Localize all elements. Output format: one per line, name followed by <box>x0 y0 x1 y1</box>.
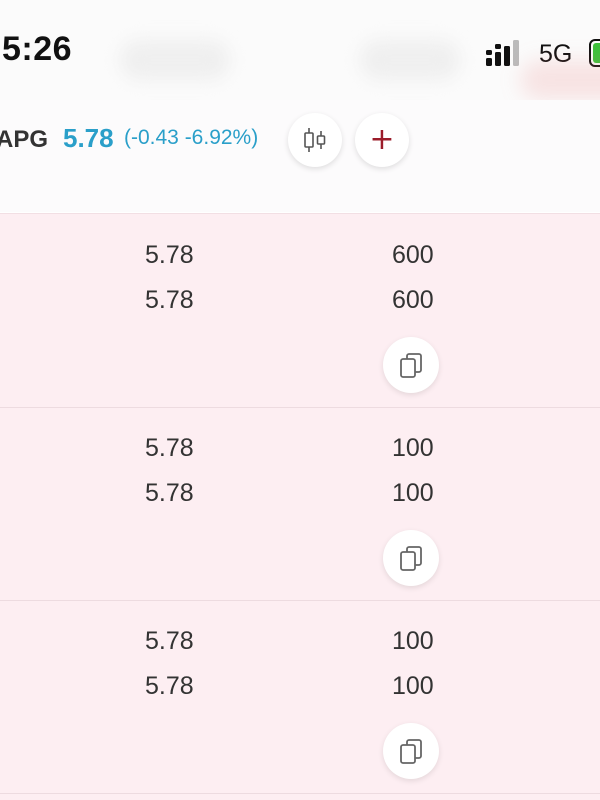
blurred-notification <box>120 40 230 80</box>
stock-price: 5.78 <box>63 123 114 153</box>
price-value: 5.78 <box>145 627 194 655</box>
list-item: 5.78 5.78 600 600 <box>0 214 600 408</box>
status-bar: 5:26 5G <box>0 0 600 100</box>
quantity-value: 600 <box>392 286 434 314</box>
copy-icon <box>400 739 422 764</box>
price-value: 5.78 <box>145 672 194 700</box>
quantity-value: 600 <box>392 241 434 269</box>
list-item: 5.78 5.78 100 100 <box>0 407 600 601</box>
price-value: 5.78 <box>145 479 194 507</box>
signal-bars-icon <box>486 40 519 66</box>
add-button[interactable]: + <box>355 113 409 167</box>
copy-icon <box>400 546 422 571</box>
order-list: 5.78 5.78 600 600 5.78 5.78 100 100 5.78… <box>0 213 600 800</box>
price-change: (-0.43 -6.92%) <box>124 126 259 149</box>
price-value: 5.78 <box>145 241 194 269</box>
stock-symbol: APG <box>0 126 49 153</box>
app-screen: 5:26 5G APG 5.78 (-0.43 -6.92%) + 5.78 5… <box>0 0 600 800</box>
price-value: 5.78 <box>145 286 194 314</box>
copy-icon <box>400 353 422 378</box>
list-item: 5.78 5.78 100 100 <box>0 600 600 794</box>
price-value: 5.78 <box>145 434 194 462</box>
chart-button[interactable] <box>288 113 342 167</box>
quote-header: APG 5.78 (-0.43 -6.92%) + <box>0 100 600 212</box>
quantity-value: 100 <box>392 434 434 462</box>
quantity-value: 100 <box>392 479 434 507</box>
decorative-glow <box>520 60 600 100</box>
quantity-value: 100 <box>392 627 434 655</box>
quantity-value: 100 <box>392 672 434 700</box>
copy-button[interactable] <box>383 530 439 586</box>
copy-button[interactable] <box>383 337 439 393</box>
copy-button[interactable] <box>383 723 439 779</box>
status-time: 5:26 <box>2 30 73 68</box>
plus-icon: + <box>369 122 395 157</box>
blurred-notification <box>360 40 460 80</box>
candlestick-chart-icon <box>304 128 326 152</box>
